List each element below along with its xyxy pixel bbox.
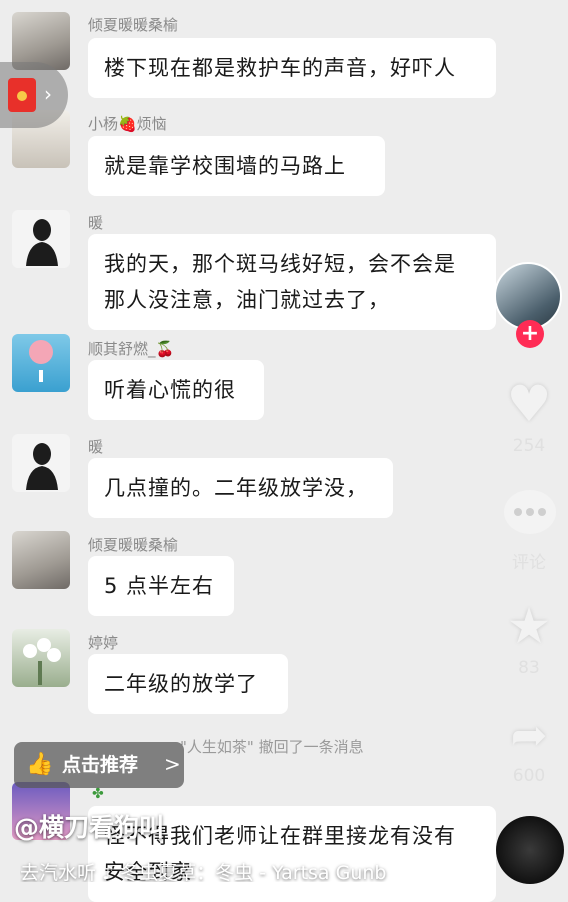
avatar-figure-icon xyxy=(26,443,58,490)
message-bubble: 几点撞的。二年级放学没， xyxy=(88,458,393,518)
avatar xyxy=(12,210,70,268)
message-bubble: 二年级的放学了 xyxy=(88,654,288,714)
like-count: 254 xyxy=(512,436,546,456)
avatar-flower-icon xyxy=(23,638,61,685)
red-packet-button[interactable]: › xyxy=(0,62,68,128)
avatar-figure-icon xyxy=(26,219,58,266)
message-bubble: 我的天，那个斑马线好短，会不会是 那人没注意，油门就过去了， xyxy=(88,234,496,330)
avatar xyxy=(12,629,70,687)
sender-name: 倾夏暖暖桑榆 xyxy=(88,16,179,34)
music-title: 去汽水听 ♪ 冬虫夏草：冬虫 - Yartsa Gunb xyxy=(20,862,387,882)
message-bubble: 5 点半左右 xyxy=(88,556,234,616)
comment-label: 评论 xyxy=(512,553,546,573)
sender-name: 小杨🍓烦恼 xyxy=(88,115,167,133)
recommend-button[interactable]: 👍 点击推荐 > xyxy=(14,742,184,788)
chevron-right-icon: › xyxy=(44,82,52,106)
recommend-label: 点击推荐 xyxy=(62,754,139,776)
heart-icon[interactable]: ♥ xyxy=(500,378,558,430)
sender-name: 暖 xyxy=(88,214,104,232)
sender-name: 暖 xyxy=(88,438,104,456)
avatar xyxy=(12,531,70,589)
red-packet-icon xyxy=(8,78,36,112)
avatar xyxy=(12,434,70,492)
chevron-right-icon: > xyxy=(164,752,181,776)
thumbs-up-icon: 👍 xyxy=(26,752,54,777)
sender-name: 顺其舒燃_🍒 xyxy=(88,340,175,358)
message-bubble: 就是靠学校围墙的马路上 xyxy=(88,136,385,196)
favorite-count: 83 xyxy=(518,658,540,678)
follow-button[interactable]: + xyxy=(516,320,544,348)
clover-icon: ✤ xyxy=(92,786,104,802)
comment-icon[interactable] xyxy=(504,490,556,534)
sender-name: 婷婷 xyxy=(88,634,119,652)
video-author[interactable]: @横刀看狗叫 xyxy=(14,808,164,844)
share-icon[interactable]: ➦ xyxy=(500,710,558,762)
message-bubble: 听着心慌的很 xyxy=(88,360,264,420)
recall-notice: "人生如茶" 撤回了一条消息 xyxy=(180,738,364,756)
message-bubble: 楼下现在都是救护车的声音，好吓人 xyxy=(88,38,496,98)
action-sidebar: + ♥ 254 评论 ★ 83 ➦ 600 xyxy=(490,0,568,884)
music-ticker[interactable]: 去汽水听 ♪ 冬虫夏草：冬虫 - Yartsa Gunb xyxy=(20,858,500,882)
avatar xyxy=(12,334,70,392)
share-count: 600 xyxy=(512,766,546,786)
avatar-balloon-icon xyxy=(29,340,53,382)
star-icon[interactable]: ★ xyxy=(500,600,558,652)
music-disc[interactable] xyxy=(496,816,564,884)
sender-name: 倾夏暖暖桑榆 xyxy=(88,536,179,554)
